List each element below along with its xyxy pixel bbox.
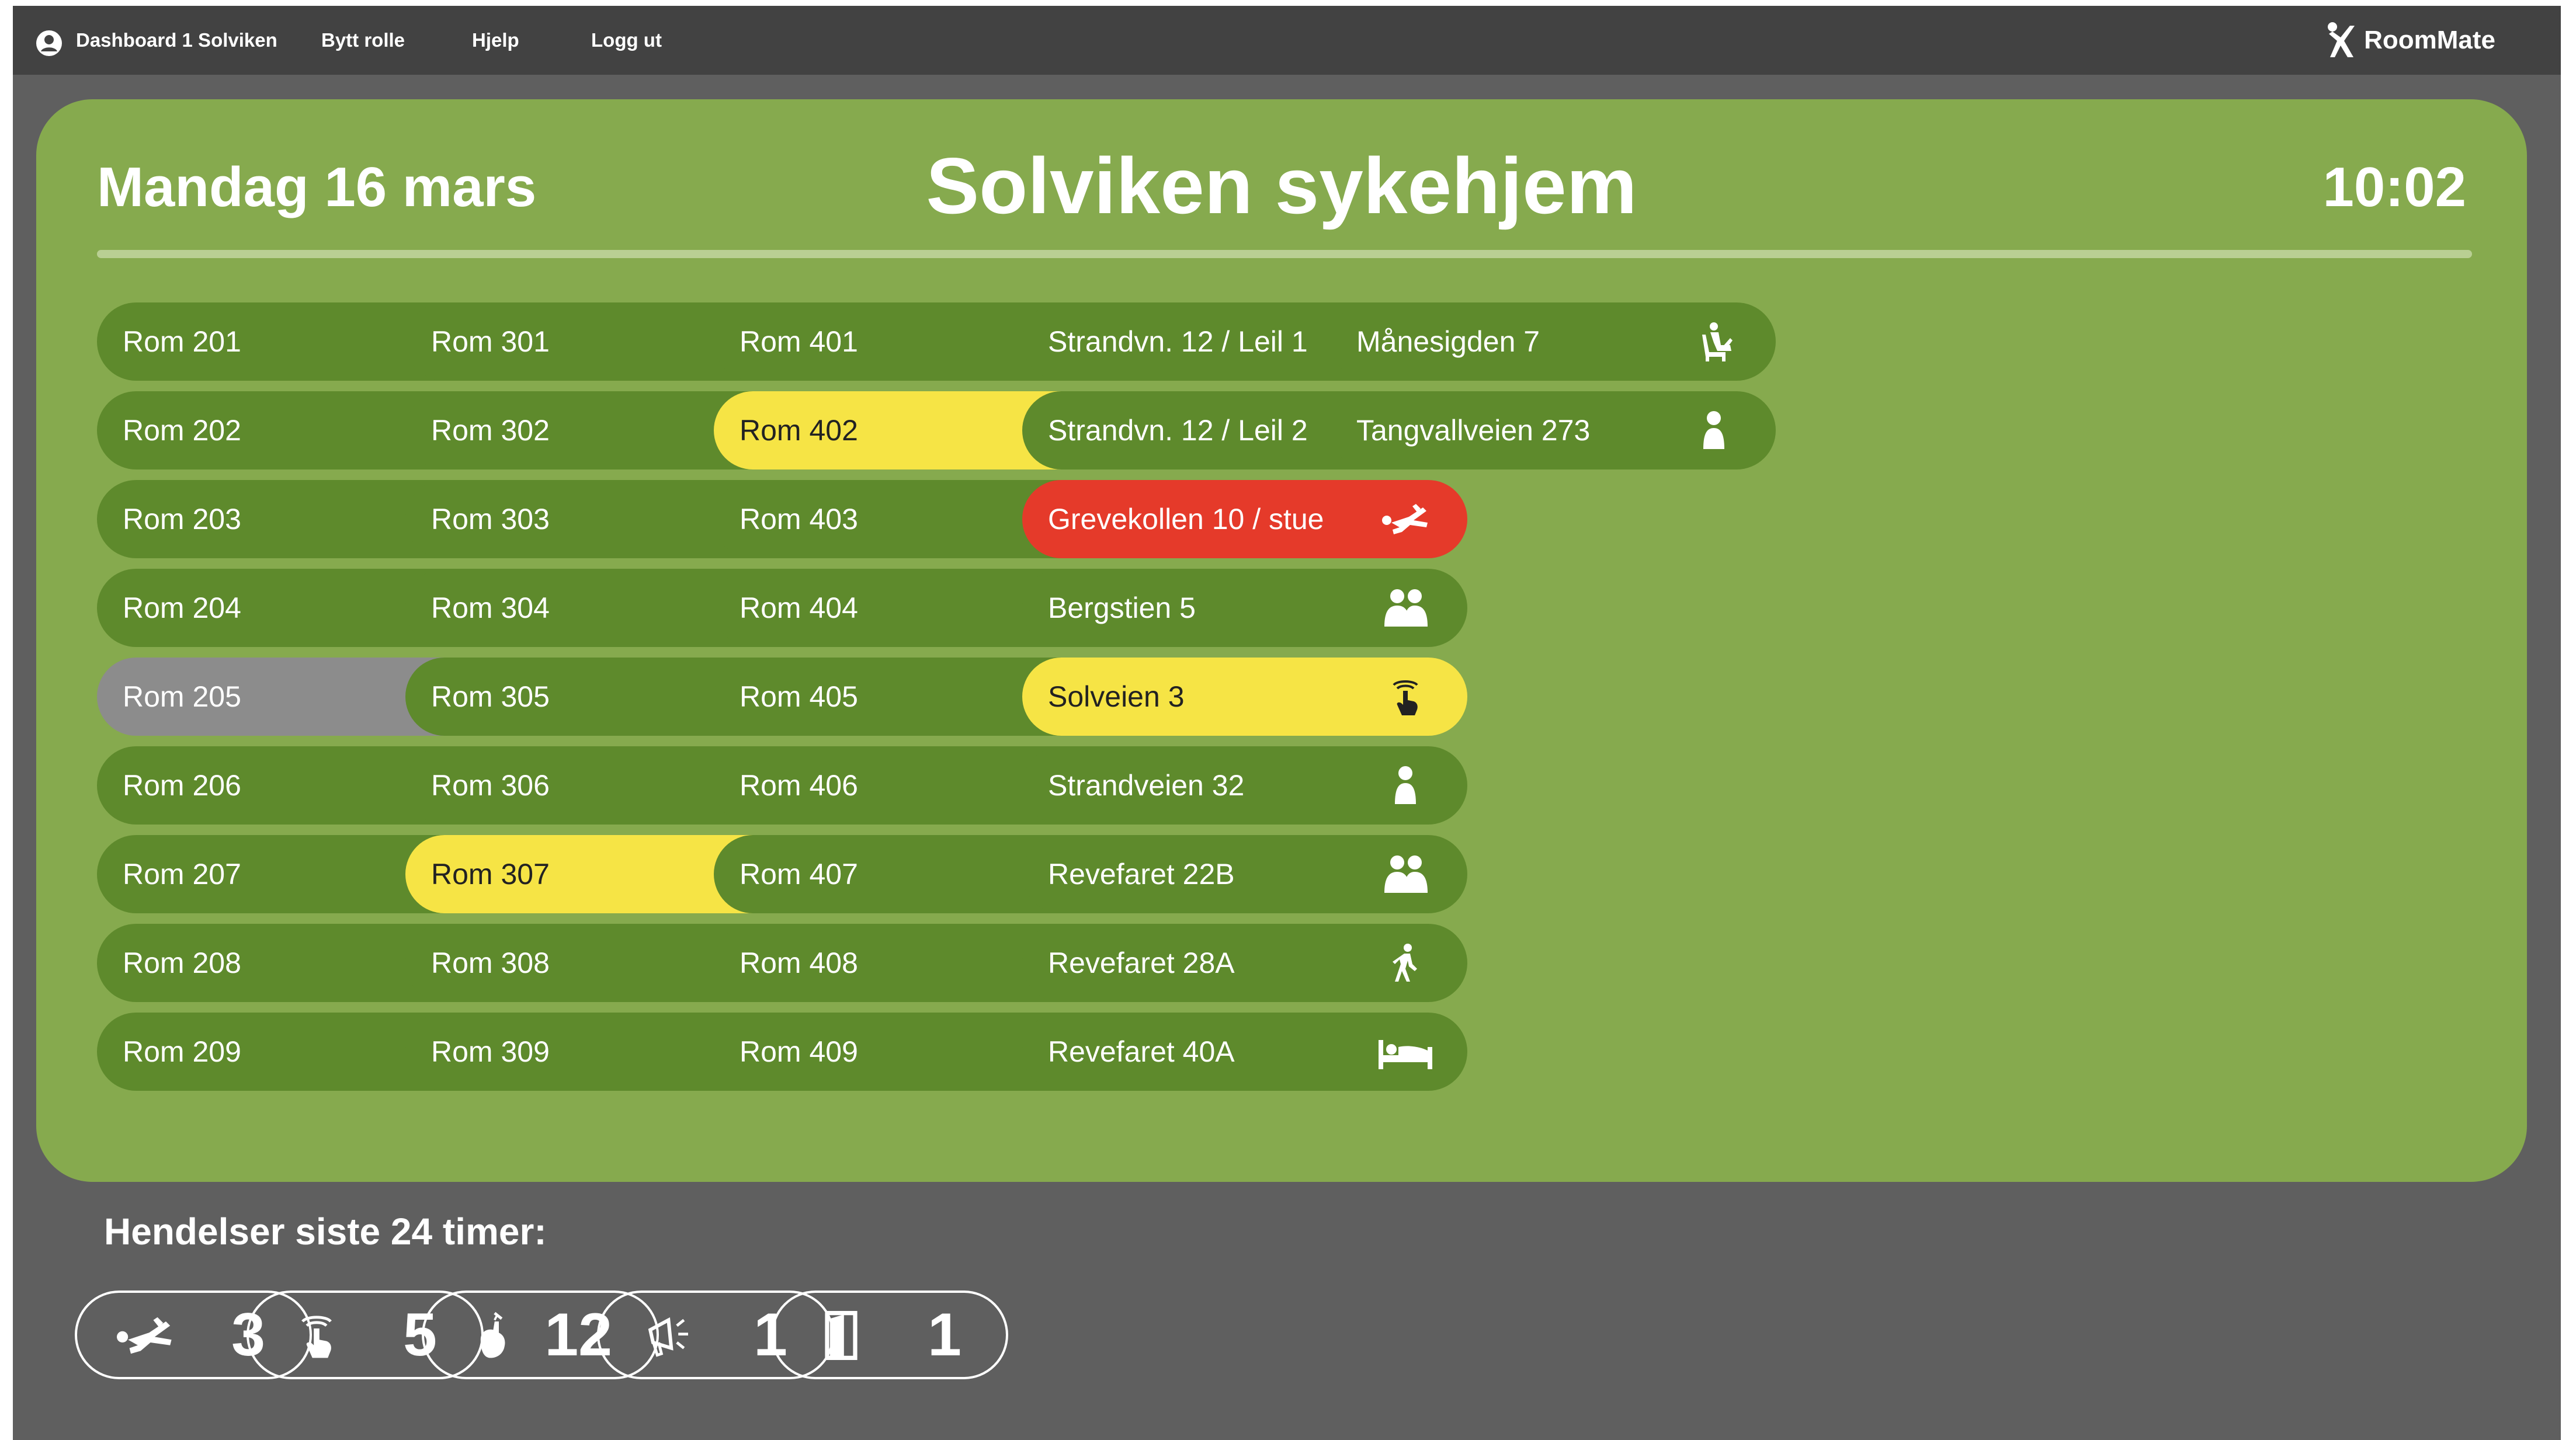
room-label: Rom 408 [740,947,858,979]
page-title: Solviken sykehjem [926,141,1637,230]
room-tile[interactable]: Revefaret 28A [1022,924,1467,1002]
room-label: Rom 409 [740,1035,858,1068]
header-divider [97,250,2472,258]
room-label: Rom 309 [431,1035,550,1068]
walking-icon [1376,943,1435,983]
room-label: Strandvn. 12 / Leil 1 [1048,325,1308,358]
room-label: Bergstien 5 [1048,592,1196,624]
dashboard-frame: Dashboard 1 Solviken Bytt rolle Hjelp Lo… [13,6,2561,1440]
room-label: Rom 208 [123,947,241,979]
event-count: 1 [928,1301,961,1369]
room-label: Revefaret 22B [1048,858,1235,891]
top-navigation-bar: Dashboard 1 Solviken Bytt rolle Hjelp Lo… [13,6,2561,75]
call-button-icon [1376,677,1435,716]
person-icon [1685,411,1743,450]
nav-logout[interactable]: Logg ut [591,6,662,75]
room-label: Rom 403 [740,503,858,535]
header-clock: 10:02 [2322,156,2466,218]
toilet-hand-icon [457,1309,527,1362]
two-persons-icon [1376,588,1435,628]
door-exit-icon [806,1309,876,1362]
room-label: Rom 307 [431,858,550,891]
nav-dashboard-user[interactable]: Dashboard 1 Solviken [76,6,277,75]
room-label: Revefaret 28A [1048,947,1235,979]
room-label: Rom 303 [431,503,550,535]
room-label: Rom 206 [123,769,241,802]
bed-icon [1376,1032,1435,1072]
room-label: Rom 201 [123,325,241,358]
room-label: Rom 204 [123,592,241,624]
room-label: Strandveien 32 [1048,769,1245,802]
room-tile[interactable]: Tangvallveien 273 [1331,391,1776,469]
room-label: Rom 404 [740,592,858,624]
room-label: Rom 306 [431,769,550,802]
megaphone-icon [632,1309,702,1362]
room-label: Månesigden 7 [1356,325,1540,358]
room-tile[interactable]: Revefaret 22B [1022,835,1467,913]
two-persons-icon [1376,854,1435,894]
room-label: Rom 207 [123,858,241,891]
brand-logo: RoomMate [2324,21,2495,60]
room-label: Rom 203 [123,503,241,535]
event-counter[interactable]: 1 [771,1291,1008,1379]
brand-name: RoomMate [2364,26,2495,54]
room-tile[interactable]: Månesigden 7 [1331,302,1776,381]
room-label: Rom 305 [431,680,550,713]
fall-icon [110,1309,180,1362]
chair-icon [1685,322,1743,361]
events-heading: Hendelser siste 24 timer: [104,1211,547,1253]
room-label: Rom 202 [123,414,241,447]
room-label: Grevekollen 10 / stue [1048,503,1324,535]
room-label: Rom 302 [431,414,550,447]
room-label: Rom 205 [123,680,241,713]
nav-switch-role[interactable]: Bytt rolle [321,6,405,75]
room-tile[interactable]: Strandveien 32 [1022,746,1467,825]
room-tile[interactable]: Bergstien 5 [1022,569,1467,647]
room-label: Rom 402 [740,414,858,447]
room-label: Rom 406 [740,769,858,802]
call-button-icon [282,1309,352,1362]
room-label: Rom 308 [431,947,550,979]
room-tile[interactable]: Solveien 3 [1022,658,1467,736]
roommate-logo-icon [2328,22,2355,57]
room-label: Rom 407 [740,858,858,891]
room-tile[interactable]: Grevekollen 10 / stue [1022,480,1467,558]
room-label: Rom 209 [123,1035,241,1068]
user-account-icon[interactable] [35,29,63,57]
room-label: Strandvn. 12 / Leil 2 [1048,414,1308,447]
fall-icon [1376,499,1435,539]
room-tile[interactable]: Revefaret 40A [1022,1013,1467,1091]
room-label: Tangvallveien 273 [1356,414,1591,447]
nav-help[interactable]: Hjelp [472,6,519,75]
room-label: Revefaret 40A [1048,1035,1235,1068]
person-icon [1376,766,1435,805]
rooms-panel: Mandag 16 mars Solviken sykehjem 10:02 R… [36,99,2527,1182]
room-label: Solveien 3 [1048,680,1185,713]
room-label: Rom 301 [431,325,550,358]
room-label: Rom 304 [431,592,550,624]
room-label: Rom 401 [740,325,858,358]
room-label: Rom 405 [740,680,858,713]
